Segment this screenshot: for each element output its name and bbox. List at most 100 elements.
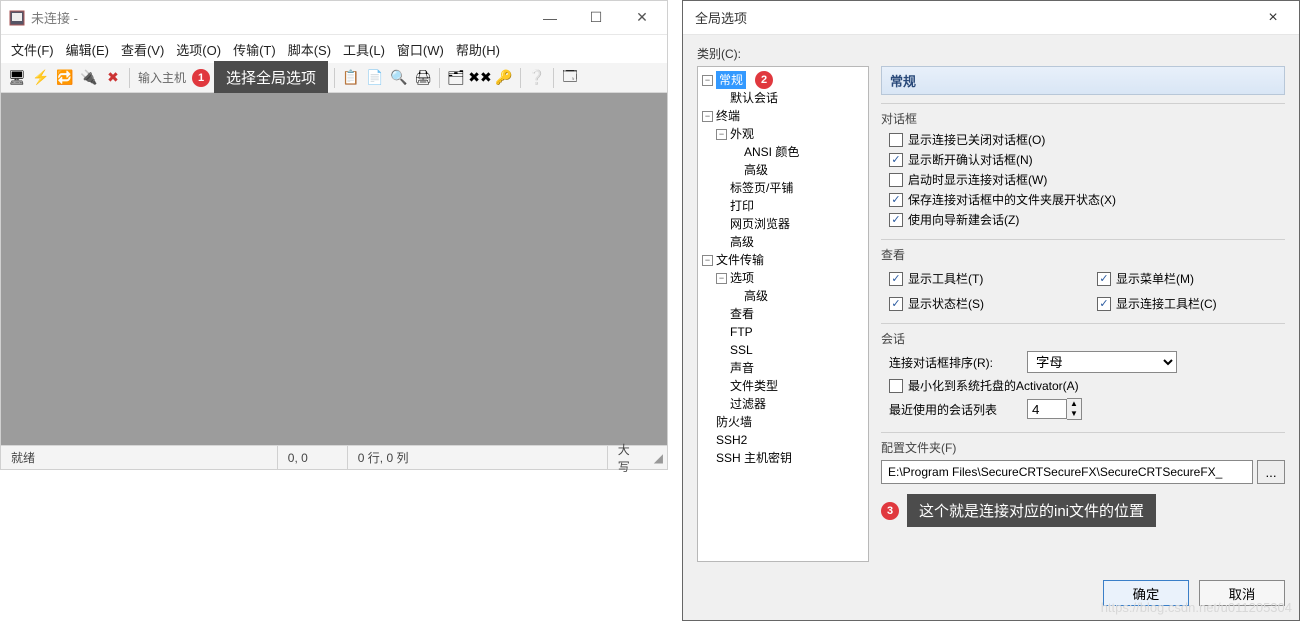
config-path-input[interactable]	[881, 460, 1253, 484]
toolbar-separator	[520, 68, 521, 88]
group-config-folder: 配置文件夹(F) ... 3 这个就是连接对应的ini文件的位置	[881, 432, 1285, 527]
main-window: 未连接 - — ☐ ✕ 文件(F) 编辑(E) 查看(V) 选项(O) 传输(T…	[0, 0, 668, 470]
maximize-button[interactable]: ☐	[573, 2, 619, 34]
group-label-config: 配置文件夹(F)	[881, 439, 1285, 456]
tree-node-general[interactable]: 常规	[716, 71, 746, 89]
tree-node-filetransfer[interactable]: 文件传输	[716, 251, 764, 269]
checkbox-startup[interactable]	[889, 173, 903, 187]
browse-button[interactable]: ...	[1257, 460, 1285, 484]
tree-node-hostkeys[interactable]: SSH 主机密钥	[716, 449, 792, 467]
checkbox-conntoolbar[interactable]: ✓	[1097, 297, 1111, 311]
print-icon[interactable]: 🖨	[413, 68, 433, 88]
menu-window[interactable]: 窗口(W)	[397, 40, 444, 59]
tree-node-view[interactable]: 查看	[730, 305, 754, 323]
find-icon[interactable]: 🔍	[389, 68, 409, 88]
tree-node-firewall[interactable]: 防火墙	[716, 413, 752, 431]
label-menubar: 显示菜单栏(M)	[1116, 270, 1194, 287]
collapse-icon[interactable]: −	[716, 273, 727, 284]
label-startup: 启动时显示连接对话框(W)	[908, 171, 1047, 188]
menu-file[interactable]: 文件(F)	[11, 40, 54, 59]
collapse-icon[interactable]: −	[702, 255, 713, 266]
options-icon[interactable]: 🗂	[446, 68, 466, 88]
label-statusbar: 显示状态栏(S)	[908, 295, 984, 312]
resize-grip-icon[interactable]: ◢	[650, 451, 667, 465]
tree-node-options-advanced[interactable]: 高级	[744, 287, 768, 305]
status-caps: 大写	[608, 446, 650, 469]
menu-transfer[interactable]: 传输(T)	[233, 40, 276, 59]
tree-node-tabs[interactable]: 标签页/平铺	[730, 179, 793, 197]
checkbox-disconnect[interactable]: ✓	[889, 153, 903, 167]
sort-dropdown[interactable]: 字母	[1027, 351, 1177, 373]
paste-icon[interactable]: 📄	[365, 68, 385, 88]
tree-node-print[interactable]: 打印	[730, 197, 754, 215]
connect-icon[interactable]: 🖥	[7, 68, 27, 88]
group-dialog: 对话框 显示连接已关闭对话框(O) ✓显示断开确认对话框(N) 启动时显示连接对…	[881, 103, 1285, 231]
menu-view[interactable]: 查看(V)	[121, 40, 164, 59]
disconnect-icon[interactable]: 🔌	[79, 68, 99, 88]
settings-icon[interactable]: ✖✖	[470, 68, 490, 88]
toolbar-separator	[129, 68, 130, 88]
menu-edit[interactable]: 编辑(E)	[66, 40, 109, 59]
tree-node-default-session[interactable]: 默认会话	[730, 89, 778, 107]
group-label-dialog: 对话框	[881, 110, 1285, 127]
collapse-icon[interactable]: −	[716, 129, 727, 140]
status-rowcol: 0 行, 0 列	[348, 446, 608, 469]
tree-node-ansi-color[interactable]: ANSI 颜色	[744, 143, 799, 161]
tree-node-ssl[interactable]: SSL	[730, 341, 753, 359]
group-session: 会话 连接对话框排序(R): 字母 最小化到系统托盘的Activator(A) …	[881, 323, 1285, 424]
help-icon[interactable]: ❔	[527, 68, 547, 88]
titlebar: 未连接 - — ☐ ✕	[1, 1, 667, 35]
quick-connect-icon[interactable]: ⚡	[31, 68, 51, 88]
reconnect-icon[interactable]: 🔁	[55, 68, 75, 88]
checkbox-toolbar[interactable]: ✓	[889, 272, 903, 286]
tree-node-ftp[interactable]: FTP	[730, 323, 753, 341]
checkbox-statusbar[interactable]: ✓	[889, 297, 903, 311]
category-tree[interactable]: − 常规 2 默认会话 −终端 −外观 ANSI 颜色	[697, 66, 869, 562]
checkbox-wizard[interactable]: ✓	[889, 213, 903, 227]
menu-options[interactable]: 选项(O)	[176, 40, 221, 59]
cancel-button[interactable]: 取消	[1199, 580, 1285, 606]
tree-node-advanced[interactable]: 高级	[744, 161, 768, 179]
close-button[interactable]: ✕	[619, 2, 665, 34]
tree-node-sound[interactable]: 声音	[730, 359, 754, 377]
tree-node-terminal[interactable]: 终端	[716, 107, 740, 125]
label-conntoolbar: 显示连接工具栏(C)	[1116, 295, 1217, 312]
recent-input[interactable]	[1027, 399, 1067, 419]
checkbox-closed[interactable]	[889, 133, 903, 147]
checkbox-menubar[interactable]: ✓	[1097, 272, 1111, 286]
host-label: 输入主机	[138, 69, 186, 86]
panel-title: 常规	[881, 66, 1285, 95]
status-ready: 就绪	[1, 446, 278, 469]
copy-icon[interactable]: 📋	[341, 68, 361, 88]
toolbar-separator	[334, 68, 335, 88]
annotation-badge-1: 1	[192, 69, 210, 87]
fx-icon[interactable]: 🗔	[560, 68, 580, 88]
menu-script[interactable]: 脚本(S)	[288, 40, 331, 59]
ok-button[interactable]: 确定	[1103, 580, 1189, 606]
group-view: 查看 ✓显示工具栏(T) ✓显示菜单栏(M) ✓显示状态栏(S) ✓显示连接工具…	[881, 239, 1285, 315]
checkbox-activator[interactable]	[889, 379, 903, 393]
tree-node-ssh2[interactable]: SSH2	[716, 431, 747, 449]
tree-node-options[interactable]: 选项	[730, 269, 754, 287]
recent-spinner[interactable]: ▲▼	[1027, 398, 1082, 420]
tree-node-filetype[interactable]: 文件类型	[730, 377, 778, 395]
checkbox-saveexpand[interactable]: ✓	[889, 193, 903, 207]
spin-up-icon[interactable]: ▲	[1067, 399, 1081, 409]
minimize-button[interactable]: —	[527, 2, 573, 34]
collapse-icon[interactable]: −	[702, 75, 713, 86]
collapse-icon[interactable]: −	[702, 111, 713, 122]
cancel-icon[interactable]: ✖	[103, 68, 123, 88]
annotation-tooltip-3: 这个就是连接对应的ini文件的位置	[907, 494, 1156, 527]
tree-node-filter[interactable]: 过滤器	[730, 395, 766, 413]
annotation-badge-2: 2	[755, 71, 773, 89]
spin-down-icon[interactable]: ▼	[1067, 409, 1081, 419]
tree-node-webbrowser[interactable]: 网页浏览器	[730, 215, 790, 233]
menu-help[interactable]: 帮助(H)	[456, 40, 500, 59]
tree-node-appearance[interactable]: 外观	[730, 125, 754, 143]
dialog-close-button[interactable]: ×	[1253, 9, 1293, 27]
key-icon[interactable]: 🔑	[494, 68, 514, 88]
annotation-badge-3: 3	[881, 502, 899, 520]
menu-tools[interactable]: 工具(L)	[343, 40, 385, 59]
tree-node-advanced2[interactable]: 高级	[730, 233, 754, 251]
global-options-dialog: 全局选项 × 类别(C): − 常规 2 默认会话 −终端	[682, 0, 1300, 621]
